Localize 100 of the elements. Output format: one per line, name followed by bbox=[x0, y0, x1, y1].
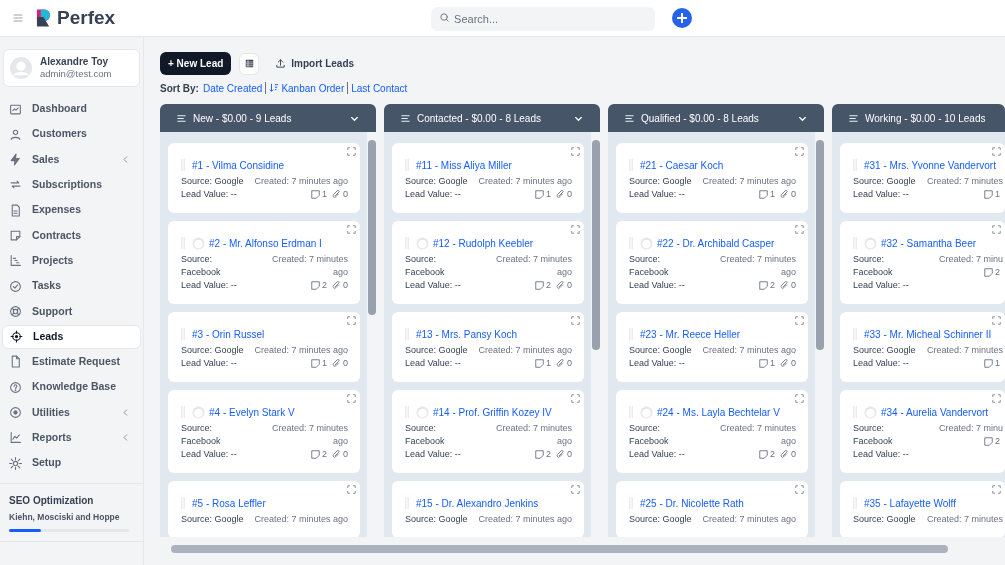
lead-title[interactable]: #14 - Prof. Griffin Kozey IV bbox=[433, 404, 552, 420]
scrollbar[interactable] bbox=[591, 132, 600, 537]
lead-title[interactable]: #11 - Miss Aliya Miller bbox=[416, 157, 512, 173]
expand-icon[interactable] bbox=[992, 225, 1001, 234]
lead-title[interactable]: #21 - Caesar Koch bbox=[640, 157, 724, 173]
expand-icon[interactable] bbox=[571, 225, 580, 234]
sidebar-item[interactable]: Leads bbox=[2, 324, 141, 349]
expand-icon[interactable] bbox=[571, 394, 580, 403]
lead-title[interactable]: #12 - Rudolph Keebler bbox=[433, 235, 534, 251]
new-lead-button[interactable]: + New Lead bbox=[160, 52, 232, 75]
lead-card[interactable]: #12 - Rudolph Keebler Source: Facebook Lead Value: -- Created: 7 minutes ago 2 0 bbox=[392, 221, 584, 304]
sidebar-item[interactable]: Expenses bbox=[2, 198, 141, 223]
sidebar-item[interactable]: Projects bbox=[2, 248, 141, 273]
lead-card[interactable]: #15 - Dr. Alexandro Jenkins Source: Google Created: 7 minutes ago bbox=[392, 481, 584, 537]
lead-card[interactable]: #14 - Prof. Griffin Kozey IV Source: Facebook Lead Value: -- Created: 7 minutes ago 2 0 bbox=[392, 390, 584, 473]
lead-title[interactable]: #25 - Dr. Nicolette Rath bbox=[640, 495, 744, 511]
lead-title[interactable]: #33 - Mr. Micheal Schinner II bbox=[864, 326, 992, 342]
expand-icon[interactable] bbox=[795, 225, 804, 234]
lead-card[interactable]: #31 - Mrs. Yvonne Vandervort Source: Google Lead Value: -- Created: 7 minutes 1 bbox=[840, 143, 1005, 213]
column-header[interactable]: Working - $0.00 - 10 Leads bbox=[832, 104, 1005, 132]
import-leads-button[interactable]: Import Leads bbox=[275, 56, 355, 71]
lead-title[interactable]: #35 - Lafayette Wolff bbox=[864, 495, 956, 511]
lead-title[interactable]: #31 - Mrs. Yvonne Vandervort bbox=[864, 157, 996, 173]
sidebar-item[interactable]: Reports bbox=[2, 425, 141, 450]
paperclip-icon bbox=[780, 280, 789, 290]
sidebar-item[interactable]: Setup bbox=[2, 451, 141, 476]
lead-title[interactable]: #1 - Vilma Considine bbox=[192, 157, 285, 173]
note-icon bbox=[984, 267, 993, 277]
expand-icon[interactable] bbox=[795, 485, 804, 494]
expand-icon[interactable] bbox=[347, 316, 356, 325]
lead-card[interactable]: #25 - Dr. Nicolette Rath Source: Google Created: 7 minutes ago bbox=[616, 481, 808, 537]
lead-title[interactable]: #24 - Ms. Layla Bechtelar V bbox=[657, 404, 780, 420]
sidebar-item[interactable]: Contracts bbox=[2, 223, 141, 248]
sidebar-item[interactable]: Knowledge Base bbox=[2, 375, 141, 400]
sidebar-item[interactable]: Estimate Request bbox=[2, 349, 141, 374]
lead-card[interactable]: #21 - Caesar Koch Source: Google Lead Value: -- Created: 7 minutes ago 1 0 bbox=[616, 143, 808, 213]
expand-icon[interactable] bbox=[347, 394, 356, 403]
expand-icon[interactable] bbox=[992, 485, 1001, 494]
lead-card[interactable]: #5 - Rosa Leffler Source: Google Created: 7 minutes ago bbox=[168, 481, 360, 537]
lead-title[interactable]: #22 - Dr. Archibald Casper bbox=[657, 235, 775, 251]
lead-value: Lead Value: -- bbox=[853, 279, 910, 292]
sidebar-item[interactable]: Sales bbox=[2, 147, 141, 172]
lead-title[interactable]: #5 - Rosa Leffler bbox=[192, 495, 266, 511]
lead-title[interactable]: #23 - Mr. Reece Heller bbox=[640, 326, 741, 342]
search-field[interactable]: Search... bbox=[431, 7, 656, 31]
lead-card[interactable]: #4 - Evelyn Stark V Source: Facebook Lead Value: -- Created: 7 minutes ago 2 0 bbox=[168, 390, 360, 473]
lead-title[interactable]: #32 - Samantha Beer bbox=[881, 235, 977, 251]
lead-source: Source: Google bbox=[405, 344, 468, 357]
lead-title[interactable]: #4 - Evelyn Stark V bbox=[209, 404, 295, 420]
lead-title[interactable]: #2 - Mr. Alfonso Erdman I bbox=[209, 235, 322, 251]
sidebar-item[interactable]: Utilities bbox=[2, 400, 141, 425]
lead-title[interactable]: #13 - Mrs. Pansy Koch bbox=[416, 326, 518, 342]
expand-icon[interactable] bbox=[795, 394, 804, 403]
sidebar-item[interactable]: Dashboard bbox=[2, 97, 141, 121]
lead-card[interactable]: #2 - Mr. Alfonso Erdman I Source: Facebook Lead Value: -- Created: 7 minutes ago 2 0 bbox=[168, 221, 360, 304]
menu-icon[interactable] bbox=[12, 12, 24, 24]
column-header[interactable]: New - $0.00 - 9 Leads bbox=[160, 104, 376, 132]
column-header[interactable]: Contacted - $0.00 - 8 Leads bbox=[384, 104, 600, 132]
lead-card[interactable]: #33 - Mr. Micheal Schinner II Source: Google Lead Value: -- Created: 7 minutes 1 bbox=[840, 312, 1005, 382]
expand-icon[interactable] bbox=[571, 316, 580, 325]
lead-card[interactable]: #24 - Ms. Layla Bechtelar V Source: Facebook Lead Value: -- Created: 7 minutes ago 2 0 bbox=[616, 390, 808, 473]
lead-card[interactable]: #34 - Aurelia Vandervort Source: Facebook Lead Value: -- Created: 7 minu 2 bbox=[840, 390, 1005, 473]
expand-icon[interactable] bbox=[347, 485, 356, 494]
expand-icon[interactable] bbox=[795, 147, 804, 156]
comment-count: 1 bbox=[769, 187, 775, 201]
sidebar-item[interactable]: Subscriptions bbox=[2, 172, 141, 197]
lead-title[interactable]: #3 - Orin Russel bbox=[192, 326, 265, 342]
expand-icon[interactable] bbox=[795, 316, 804, 325]
lead-card[interactable]: #22 - Dr. Archibald Casper Source: Facebook Lead Value: -- Created: 7 minutes ago 2 0 bbox=[616, 221, 808, 304]
scrollbar[interactable] bbox=[815, 132, 824, 537]
sort-icon bbox=[269, 83, 280, 93]
expand-icon[interactable] bbox=[992, 394, 1001, 403]
lead-title[interactable]: #34 - Aurelia Vandervort bbox=[881, 404, 989, 420]
expand-icon[interactable] bbox=[992, 147, 1001, 156]
sidebar-item[interactable]: Customers bbox=[2, 122, 141, 147]
lead-card[interactable]: #11 - Miss Aliya Miller Source: Google Lead Value: -- Created: 7 minutes ago 1 0 bbox=[392, 143, 584, 213]
lead-card[interactable]: #32 - Samantha Beer Source: Facebook Lead Value: -- Created: 7 minu 2 bbox=[840, 221, 1005, 304]
lead-title[interactable]: #15 - Dr. Alexandro Jenkins bbox=[416, 495, 539, 511]
sort-link[interactable]: Last Contact bbox=[351, 80, 408, 96]
lead-card[interactable]: #1 - Vilma Considine Source: Google Lead Value: -- Created: 7 minutes ago 1 0 bbox=[168, 143, 360, 213]
lead-value: Lead Value: -- bbox=[853, 357, 910, 370]
user-card[interactable]: Alexandre Toy admin@test.com bbox=[3, 49, 140, 87]
add-icon[interactable] bbox=[672, 8, 693, 28]
attachment-count: 0 bbox=[791, 187, 796, 201]
sidebar-item[interactable]: Support bbox=[2, 299, 141, 324]
expand-icon[interactable] bbox=[571, 147, 580, 156]
lead-value: Lead Value: -- bbox=[629, 357, 686, 370]
lead-card[interactable]: #13 - Mrs. Pansy Koch Source: Google Lead Value: -- Created: 7 minutes ago 1 0 bbox=[392, 312, 584, 382]
expand-icon[interactable] bbox=[347, 147, 356, 156]
lead-card[interactable]: #3 - Orin Russel Source: Google Lead Value: -- Created: 7 minutes ago 1 0 bbox=[168, 312, 360, 382]
sort-link[interactable]: Kanban Order bbox=[269, 80, 345, 96]
sidebar-item[interactable]: Tasks bbox=[2, 274, 141, 299]
lead-card[interactable]: #35 - Lafayette Wolff Source: Google Created: 7 minutes bbox=[840, 481, 1005, 537]
lead-card[interactable]: #23 - Mr. Reece Heller Source: Google Lead Value: -- Created: 7 minutes ago 1 0 bbox=[616, 312, 808, 382]
list-view-button[interactable] bbox=[239, 52, 260, 75]
column-header[interactable]: Qualified - $0.00 - 8 Leads bbox=[608, 104, 824, 132]
expand-icon[interactable] bbox=[992, 316, 1001, 325]
expand-icon[interactable] bbox=[571, 485, 580, 494]
sort-link[interactable]: Date Created bbox=[202, 80, 263, 96]
expand-icon[interactable] bbox=[347, 225, 356, 234]
